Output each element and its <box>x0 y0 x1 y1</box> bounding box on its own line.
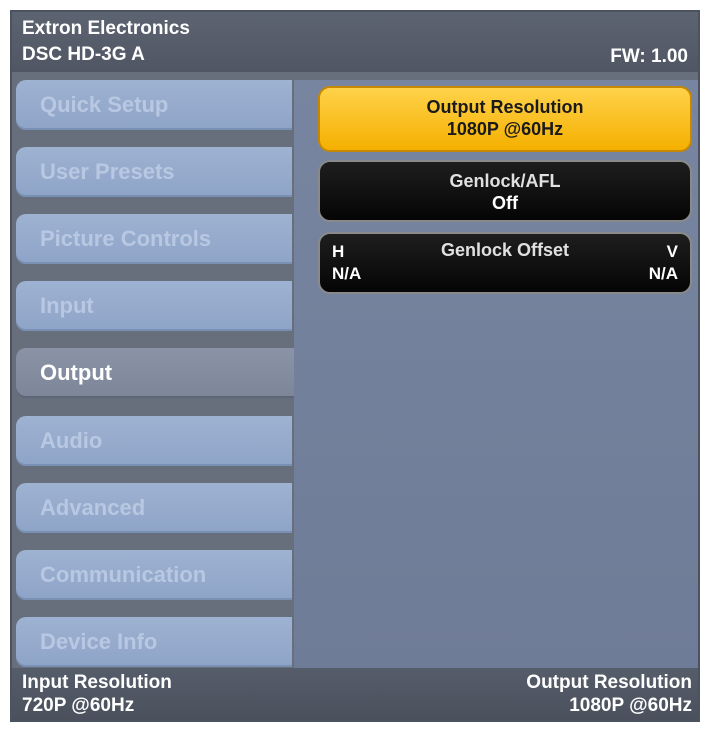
sidebar-item-picture-controls[interactable]: Picture Controls <box>16 214 292 264</box>
device-model: DSC HD-3G A <box>22 44 145 65</box>
output-settings-panel: Output Resolution 1080P @60Hz Genlock/AF… <box>294 80 698 670</box>
sidebar-item-advanced[interactable]: Advanced <box>16 483 292 533</box>
output-resolution-label: Output Resolution <box>426 97 584 117</box>
output-resolution-value: 1080P @60Hz <box>446 119 564 139</box>
firmware-version: FW: 1.00 <box>610 46 688 67</box>
status-output-resolution-label: Output Resolution <box>526 672 692 693</box>
header-bar: Extron Electronics DSC HD-3G A FW: 1.00 <box>12 12 698 72</box>
status-output-resolution-value: 1080P @60Hz <box>569 695 692 716</box>
genlock-afl-label: Genlock/AFL <box>449 171 561 191</box>
genlock-offset-h-value[interactable]: N/A <box>332 264 361 284</box>
genlock-offset-v-value[interactable]: N/A <box>649 264 678 284</box>
genlock-offset-title: Genlock Offset <box>440 240 570 260</box>
input-resolution-label: Input Resolution <box>22 672 172 693</box>
genlock-afl-value: Off <box>492 193 518 213</box>
sidebar-item-output[interactable]: Output <box>16 348 298 398</box>
sidebar-item-communication[interactable]: Communication <box>16 550 292 600</box>
genlock-offset-v-label: V <box>666 242 678 261</box>
input-resolution-value: 720P @60Hz <box>22 695 135 716</box>
genlock-offset-control: H Genlock Offset V N/A N/A <box>318 232 692 294</box>
sidebar-item-input[interactable]: Input <box>16 281 292 331</box>
output-resolution-button[interactable]: Output Resolution 1080P @60Hz <box>318 86 692 152</box>
sidebar-item-device-info[interactable]: Device Info <box>16 617 292 667</box>
brand-name: Extron Electronics <box>22 18 190 39</box>
sidebar-menu: Quick Setup User Presets Picture Control… <box>16 80 298 670</box>
sidebar-item-audio[interactable]: Audio <box>16 416 292 466</box>
sidebar-item-quick-setup[interactable]: Quick Setup <box>16 80 292 130</box>
status-bar: Input Resolution 720P @60Hz Output Resol… <box>12 668 698 720</box>
genlock-afl-button[interactable]: Genlock/AFL Off <box>318 160 692 222</box>
sidebar-item-user-presets[interactable]: User Presets <box>16 147 292 197</box>
device-menu-window: Extron Electronics DSC HD-3G A FW: 1.00 … <box>10 10 700 722</box>
